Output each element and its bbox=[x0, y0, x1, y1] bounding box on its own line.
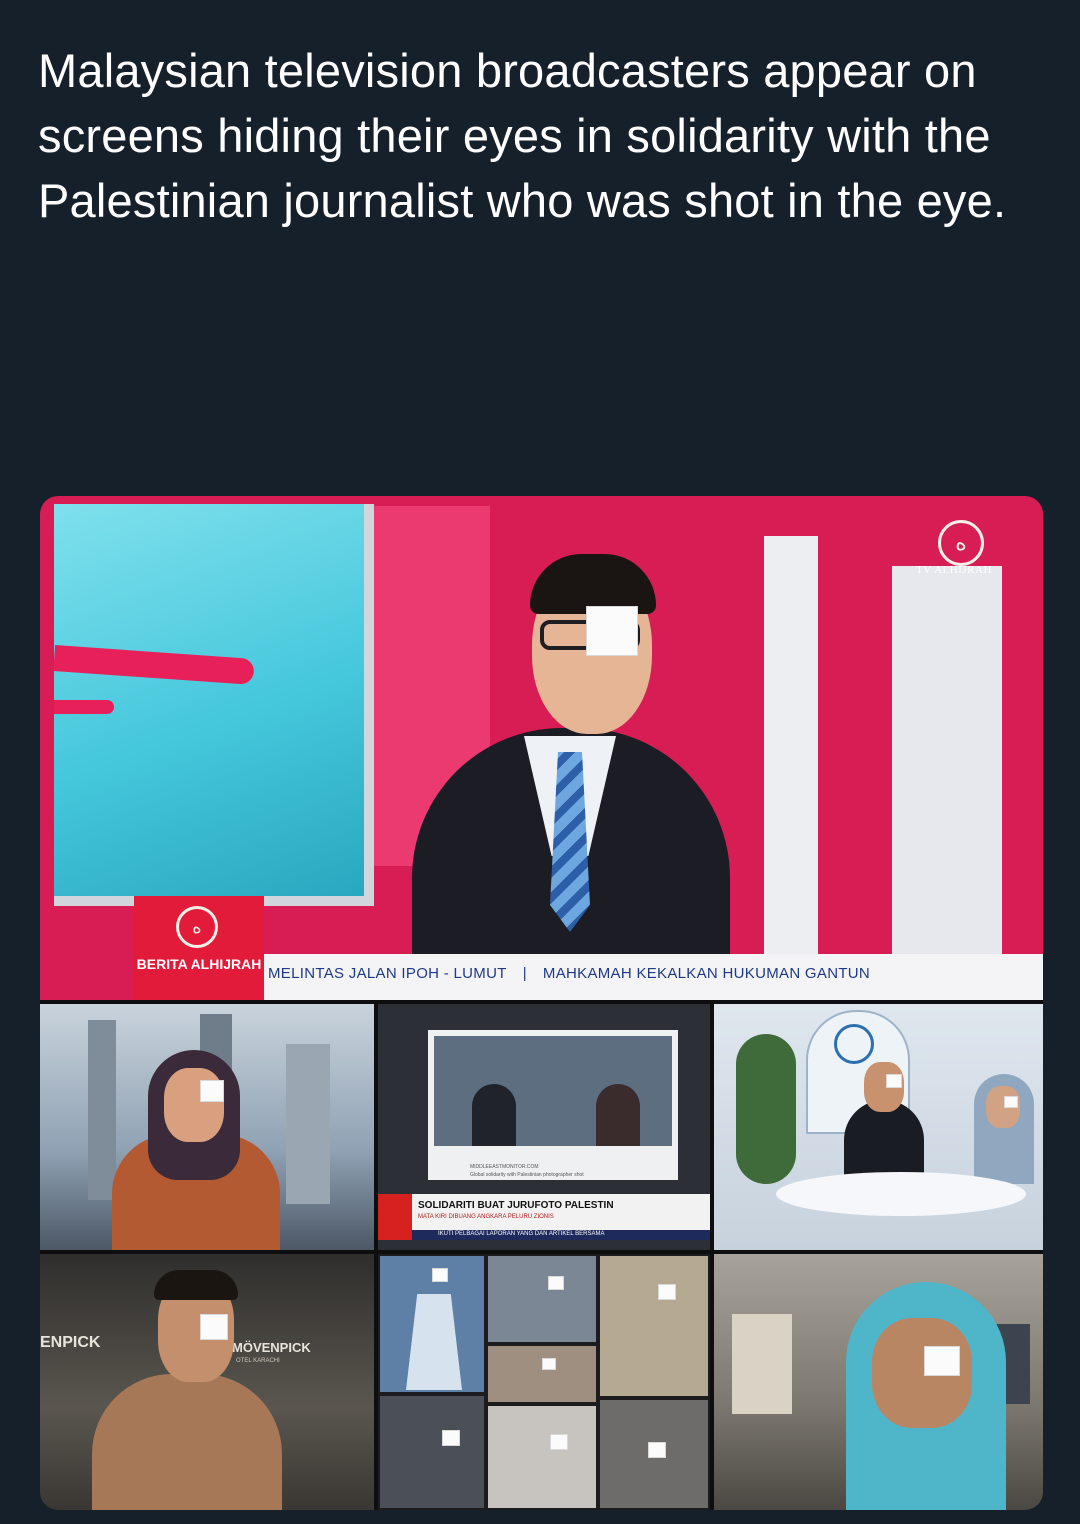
hotel-sign-sub: OTEL KARACHI bbox=[236, 1358, 280, 1364]
anchor-figure bbox=[596, 1084, 640, 1146]
eye-patch bbox=[550, 1434, 568, 1450]
call-tile bbox=[488, 1256, 596, 1342]
program-label: BERITA ALHIJRAH bbox=[136, 956, 262, 972]
anchor-figure bbox=[472, 1084, 516, 1146]
call-tile bbox=[600, 1256, 708, 1396]
ticker-separator: | bbox=[522, 965, 527, 982]
post-caption: Malaysian television broadcasters appear… bbox=[38, 44, 1007, 227]
broadcaster-panel bbox=[714, 1254, 1043, 1510]
reporter-jacket bbox=[92, 1374, 282, 1510]
eye-patch bbox=[442, 1430, 460, 1446]
ticker-item: MELINTAS JALAN IPOH - LUMUT bbox=[268, 965, 507, 982]
broadcaster-panel bbox=[378, 1254, 710, 1510]
eye-patch bbox=[542, 1358, 556, 1370]
broadcaster-panel bbox=[714, 1004, 1043, 1250]
call-tile bbox=[488, 1346, 596, 1402]
ticker-line: MELINTAS JALAN IPOH - LUMUT | MAHKAMAH KEK… bbox=[268, 965, 870, 982]
broadcaster-panel bbox=[40, 1004, 374, 1250]
photo-collage[interactable]: ه TV ALHIJRAH ه BERITA ALHIJRAH MELINTAS… bbox=[40, 496, 1043, 1510]
broadcaster-panel: ENPICK MÖVENPICK OTEL KARACHI bbox=[40, 1254, 374, 1510]
eye-patch bbox=[1004, 1096, 1018, 1108]
call-tile bbox=[488, 1406, 596, 1508]
studio-video-wall bbox=[53, 504, 374, 906]
eye-patch bbox=[658, 1284, 676, 1300]
ticker-item: MAHKAMAH KEKALKAN HUKUMAN GANTUN bbox=[542, 965, 871, 982]
astro-a-logo-icon bbox=[834, 1024, 874, 1064]
graphic-stripe bbox=[53, 645, 255, 685]
eye-patch bbox=[200, 1314, 228, 1340]
anchor-hair bbox=[530, 554, 656, 614]
studio-plant bbox=[736, 1034, 796, 1184]
eye-patch bbox=[586, 606, 638, 656]
alhijrah-logo-icon: ه bbox=[176, 906, 218, 948]
eye-patch bbox=[200, 1080, 224, 1102]
channel-watermark: TV ALHIJRAH bbox=[916, 564, 992, 576]
tower-building bbox=[286, 1044, 330, 1204]
reporter-hair bbox=[154, 1270, 238, 1300]
studio-column bbox=[764, 536, 818, 956]
broadcaster-panel: MIDDLEEASTMONITOR.COM Global solidarity … bbox=[378, 1004, 710, 1250]
studio-column bbox=[892, 566, 1002, 956]
alhijrah-logo-icon: ه bbox=[938, 520, 984, 566]
main-broadcast-panel: ه TV ALHIJRAH ه BERITA ALHIJRAH MELINTAS… bbox=[40, 496, 1043, 1000]
eye-patch bbox=[924, 1346, 960, 1376]
hotel-sign: MÖVENPICK bbox=[232, 1340, 311, 1355]
news-subheadline: MATA KIRI DIBUANG ANGKARA PELURU ZIONIS bbox=[418, 1214, 554, 1220]
news-source: MIDDLEEASTMONITOR.COM bbox=[470, 1164, 539, 1170]
newsroom-shelf bbox=[732, 1314, 792, 1414]
news-headline: SOLIDARITI BUAT JURUFOTO PALESTIN bbox=[418, 1200, 614, 1211]
tower-building bbox=[88, 1020, 116, 1200]
news-desk bbox=[776, 1172, 1026, 1216]
news-ticker: MELINTAS JALAN IPOH - LUMUT | MAHKAMAH KEK… bbox=[264, 954, 1043, 1000]
graphic-stripe bbox=[54, 700, 114, 714]
program-lower-third: ه BERITA ALHIJRAH bbox=[134, 896, 264, 1000]
news-web-title: Global solidarity with Palestinian photo… bbox=[470, 1172, 584, 1178]
channel-bug bbox=[378, 1194, 412, 1240]
news-ticker-text: IKUTI PELBAGAI LAPORAN YANG DAN ARTIKEL … bbox=[438, 1231, 605, 1237]
hotel-sign: ENPICK bbox=[40, 1334, 101, 1351]
eye-patch bbox=[548, 1276, 564, 1290]
call-tile bbox=[380, 1396, 484, 1508]
eye-patch bbox=[432, 1268, 448, 1282]
eye-patch bbox=[648, 1442, 666, 1458]
eye-patch bbox=[886, 1074, 902, 1088]
